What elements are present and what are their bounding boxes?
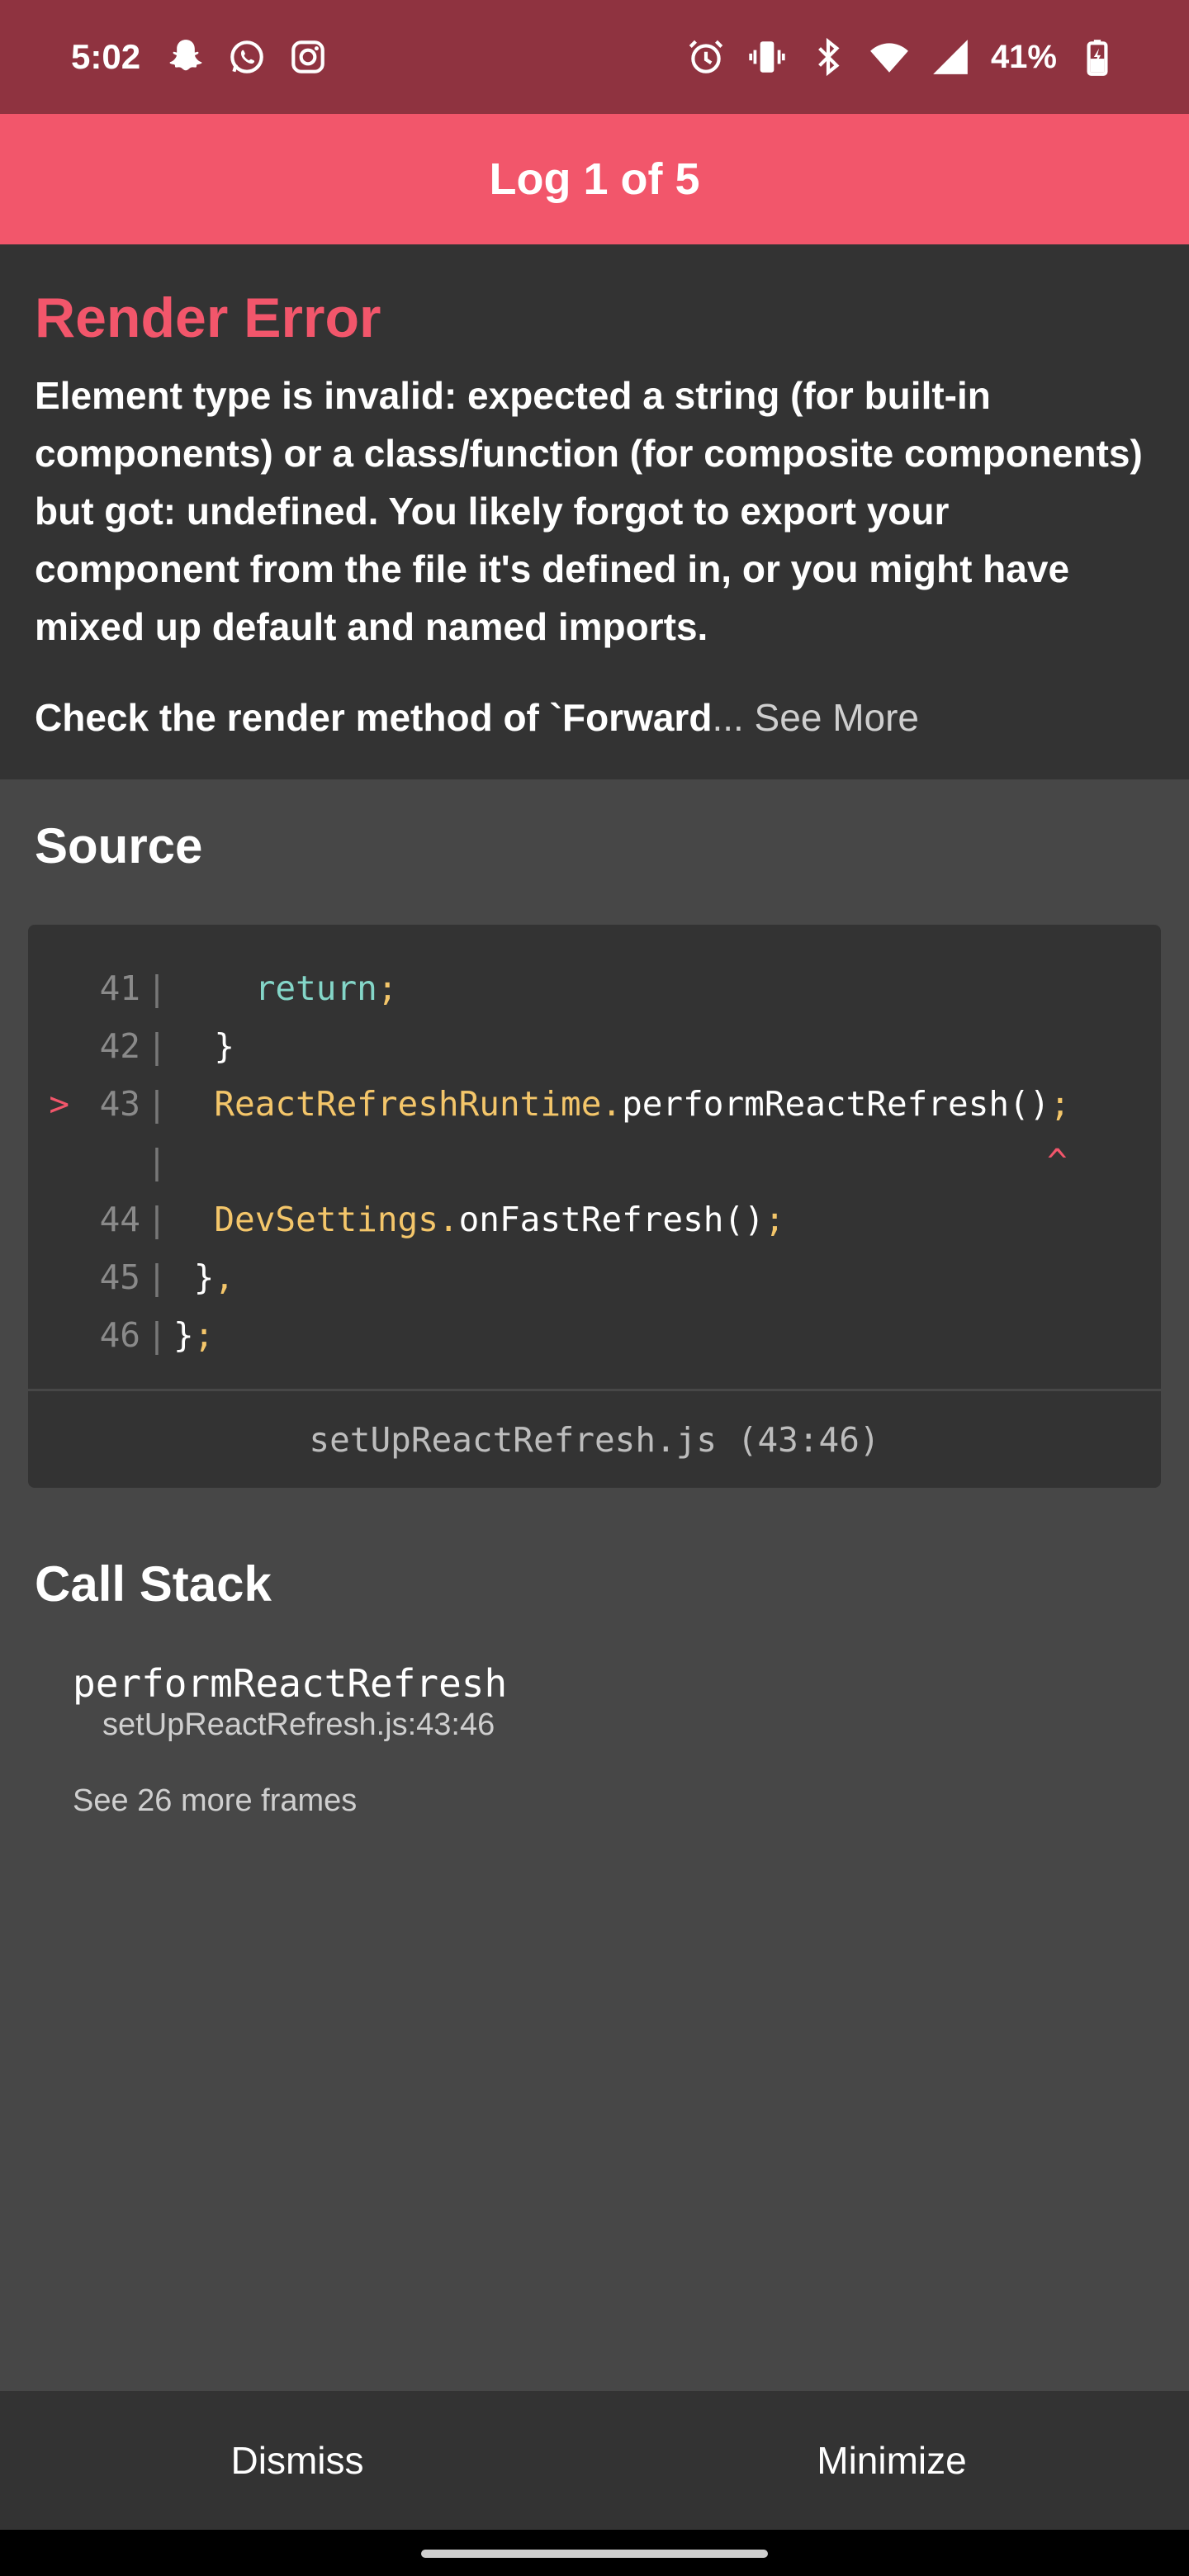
code-token-kw: return [254,968,377,1008]
code-token-punc: ; [764,1200,785,1239]
line-code: } [173,1026,234,1066]
whatsapp-icon [226,36,268,78]
code-token-plain: } [214,1026,235,1066]
code-token-indent [173,1257,194,1297]
code-token-punc: ; [1049,1084,1071,1124]
code-token-plain: } [193,1257,215,1297]
call-stack-title: Call Stack [35,1556,272,1612]
error-check-line: Check the render method of `Forward... S… [35,689,1154,746]
instagram-icon [287,36,329,78]
code-file-location[interactable]: setUpReactRefresh.js (43:46) [28,1389,1161,1488]
code-token-punc: , [214,1257,235,1297]
stack-frame-name[interactable]: performReactRefresh [73,1661,507,1706]
line-gutter: | [146,1084,168,1124]
battery-charging-icon [1077,36,1118,78]
see-more-link[interactable]: See More [744,696,919,739]
code-token-plain: onFastRefresh() [458,1200,765,1239]
line-gutter: | [146,968,168,1008]
code-line: 46 |}; [28,1306,1161,1364]
error-ellipsis: ... [712,696,744,739]
log-header: Log 1 of 5 [0,114,1189,244]
signal-icon [930,36,971,78]
code-line: 44 | DevSettings.onFastRefresh(); [28,1191,1161,1248]
see-more-frames-button[interactable]: See 26 more frames [73,1783,357,1819]
system-icons: 41% [685,36,1118,78]
code-lines: 41 | return; 42 | } >43 | ReactRefreshRuntime… [28,925,1161,1364]
code-frame[interactable]: 41 | return; 42 | } >43 | ReactRefreshRuntime… [28,925,1161,1488]
error-message: Element type is invalid: expected a stri… [35,374,1143,648]
source-title: Source [35,818,203,874]
vibrate-icon [746,36,788,78]
line-marker: > [49,1084,69,1124]
code-line: 41 | return; [28,959,1161,1017]
line-code: }; [173,1315,214,1355]
code-token-plain: } [173,1315,194,1355]
line-number: 44 [99,1200,140,1239]
minimize-button[interactable]: Minimize [594,2391,1189,2530]
code-token-punc: ; [193,1315,215,1355]
code-line: >43 | ReactRefreshRuntime.performReactRef… [28,1075,1161,1133]
code-line: 42 | } [28,1017,1161,1075]
code-line: 45 | }, [28,1248,1161,1306]
code-token-obj: ReactRefreshRuntime. [214,1084,623,1124]
line-gutter: | [146,1200,168,1239]
line-gutter: | [146,1257,168,1297]
line-code: ^ [173,1142,1068,1181]
code-token-indent [173,1084,214,1124]
error-section: Render Error Element type is invalid: ex… [0,244,1189,779]
error-title: Render Error [35,286,381,349]
status-time: 5:02 [71,37,141,76]
line-number: 42 [99,1026,140,1066]
code-token-obj: DevSettings. [214,1200,459,1239]
code-token-plain: performReactRefresh() [622,1084,1050,1124]
line-number: 41 [99,968,140,1008]
code-token-indent [173,1026,214,1066]
line-number: 45 [99,1257,140,1297]
code-token-indent [173,968,255,1008]
notification-icons [165,36,329,78]
dismiss-button[interactable]: Dismiss [0,2391,594,2530]
line-gutter: | [146,1142,168,1181]
code-line: | ^ [28,1133,1161,1191]
stack-frame-location[interactable]: setUpReactRefresh.js:43:46 [102,1707,495,1743]
error-check-text: Check the render method of `Forward [35,696,713,739]
line-code: DevSettings.onFastRefresh(); [173,1200,785,1239]
status-bar: 5:02 41% [0,0,1189,114]
battery-percent: 41% [990,38,1057,75]
wifi-icon [869,36,910,78]
line-code: ReactRefreshRuntime.performReactRefresh(… [173,1084,1070,1124]
home-gesture-handle[interactable] [421,2550,768,2558]
snapchat-icon [165,36,206,78]
code-token-punc: ; [377,968,398,1008]
alarm-icon [685,36,727,78]
log-title: Log 1 of 5 [489,154,700,204]
line-number: 46 [99,1315,140,1355]
line-code: }, [173,1257,234,1297]
line-number: 43 [99,1084,140,1124]
bottom-bar: Dismiss Minimize [0,2391,1189,2530]
bluetooth-icon [808,36,849,78]
line-code: return; [173,968,398,1008]
code-token-indent [173,1200,214,1239]
navigation-bar [0,2530,1189,2576]
line-gutter: | [146,1026,168,1066]
line-gutter: | [146,1315,168,1355]
error-caret: ^ [1047,1142,1068,1181]
